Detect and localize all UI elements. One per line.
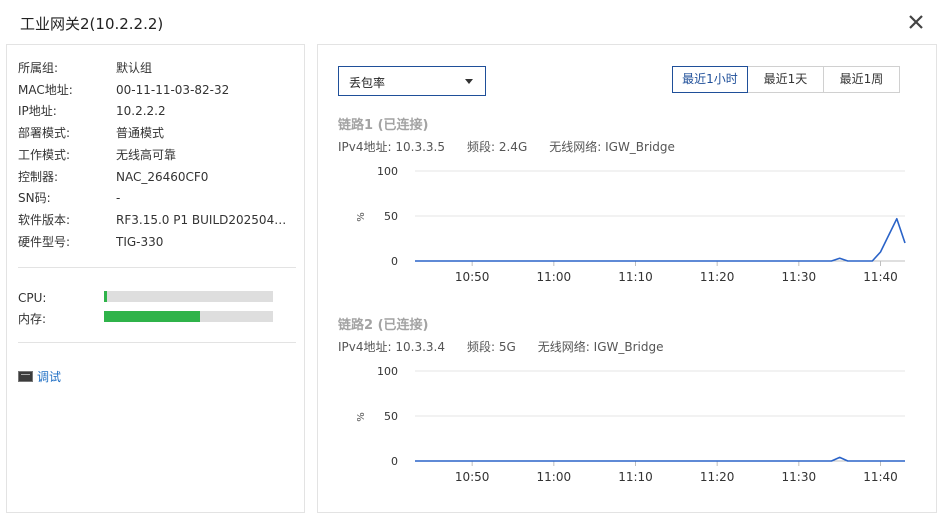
y-axis-label: %	[356, 412, 367, 422]
series-line	[415, 456, 905, 462]
y-tick-label: 100	[377, 365, 398, 378]
metric-select[interactable]: 丢包率	[338, 66, 486, 96]
divider	[18, 342, 296, 343]
series-line	[415, 217, 906, 262]
cpu-label: CPU:	[18, 291, 47, 305]
x-tick-label: 10:50	[455, 270, 490, 284]
dialog-header: 工业网关2(10.2.2.2)	[0, 0, 943, 44]
chart-panel: 丢包率 最近1小时 最近1天 最近1周 链路1 (已连接) IPv4地址: 10…	[317, 44, 937, 513]
info-value: 默认组	[116, 61, 153, 75]
memory-label: 内存:	[18, 312, 47, 326]
info-label: 控制器:	[18, 170, 59, 184]
info-label: 部署模式:	[18, 126, 71, 140]
y-tick-label: 0	[391, 255, 398, 268]
close-icon[interactable]	[904, 10, 928, 34]
cpu-usage-fill	[104, 291, 108, 302]
y-tick-label: 50	[384, 410, 398, 423]
link1-chart: 100 50 0% 10:50 11:00 11:10 11:20 11:30 11:40	[356, 165, 906, 284]
terminal-icon	[18, 371, 33, 382]
link1-info: IPv4地址: 10.3.3.5 频段: 2.4G 无线网络: IGW_Bridge	[338, 138, 697, 155]
y-tick-label: 0	[391, 455, 398, 468]
info-value: TIG-330	[116, 235, 164, 249]
info-value: 00-11-11-03-82-32	[116, 83, 230, 97]
x-tick-label: 11:10	[618, 270, 653, 284]
x-tick-label: 11:20	[700, 270, 735, 284]
info-label: IP地址:	[18, 104, 57, 118]
y-tick-label: 50	[384, 210, 398, 223]
info-value: RF3.15.0 P1 BUILD20250420...	[116, 213, 292, 227]
info-label: 工作模式:	[18, 148, 71, 162]
range-button-1d[interactable]: 最近1天	[747, 66, 824, 93]
link2-info: IPv4地址: 10.3.3.4 频段: 5G 无线网络: IGW_Bridge	[338, 338, 685, 355]
time-range-group: 最近1小时 最近1天 最近1周	[672, 66, 900, 93]
info-value: NAC_26460CF0	[116, 170, 209, 184]
link1-wlan: 无线网络: IGW_Bridge	[549, 140, 675, 154]
range-button-1w[interactable]: 最近1周	[823, 66, 900, 93]
range-button-1h[interactable]: 最近1小时	[672, 66, 748, 93]
x-tick-label: 11:00	[537, 470, 572, 484]
dialog-title: 工业网关2(10.2.2.2)	[20, 15, 164, 33]
x-tick-label: 11:40	[863, 470, 898, 484]
x-tick-label: 11:10	[618, 470, 653, 484]
link2-chart: 100 50 0% 10:50 11:00 11:10 11:20 11:30 11:40	[356, 365, 905, 484]
info-value: -	[116, 191, 121, 205]
info-label: 所属组:	[18, 61, 59, 75]
info-label: SN码:	[18, 191, 51, 205]
link2-wlan: 无线网络: IGW_Bridge	[537, 340, 664, 354]
info-label: 软件版本:	[18, 213, 71, 227]
cpu-usage-bar	[104, 291, 273, 302]
divider	[18, 267, 296, 268]
x-tick-label: 11:00	[537, 270, 572, 284]
y-axis-label: %	[356, 212, 367, 222]
info-value: 无线高可靠	[116, 148, 177, 162]
link1-band: 频段: 2.4G	[467, 140, 528, 154]
link2-title: 链路2 (已连接)	[338, 318, 429, 333]
link1-title: 链路1 (已连接)	[338, 118, 429, 133]
x-tick-label: 11:30	[782, 470, 817, 484]
chevron-down-icon	[465, 79, 473, 84]
metric-select-value: 丢包率	[349, 76, 386, 90]
info-value: 普通模式	[116, 126, 165, 140]
memory-usage-fill	[104, 311, 201, 322]
x-tick-label: 11:30	[782, 270, 817, 284]
debug-link[interactable]: 调试	[18, 369, 61, 385]
y-tick-label: 100	[377, 165, 398, 178]
device-info-panel: 所属组: 默认组 MAC地址: 00-11-11-03-82-32 IP地址: …	[6, 44, 305, 513]
memory-usage-bar	[104, 311, 273, 322]
x-tick-label: 10:50	[455, 470, 490, 484]
info-label: MAC地址:	[18, 83, 73, 97]
link1-ipv4: IPv4地址: 10.3.3.5	[338, 140, 445, 154]
info-label: 硬件型号:	[18, 235, 71, 249]
link2-band: 频段: 5G	[467, 340, 516, 354]
x-tick-label: 11:40	[863, 270, 898, 284]
info-value: 10.2.2.2	[116, 104, 166, 118]
debug-label: 调试	[37, 370, 62, 384]
x-tick-label: 11:20	[700, 470, 735, 484]
link2-ipv4: IPv4地址: 10.3.3.4	[338, 340, 445, 354]
